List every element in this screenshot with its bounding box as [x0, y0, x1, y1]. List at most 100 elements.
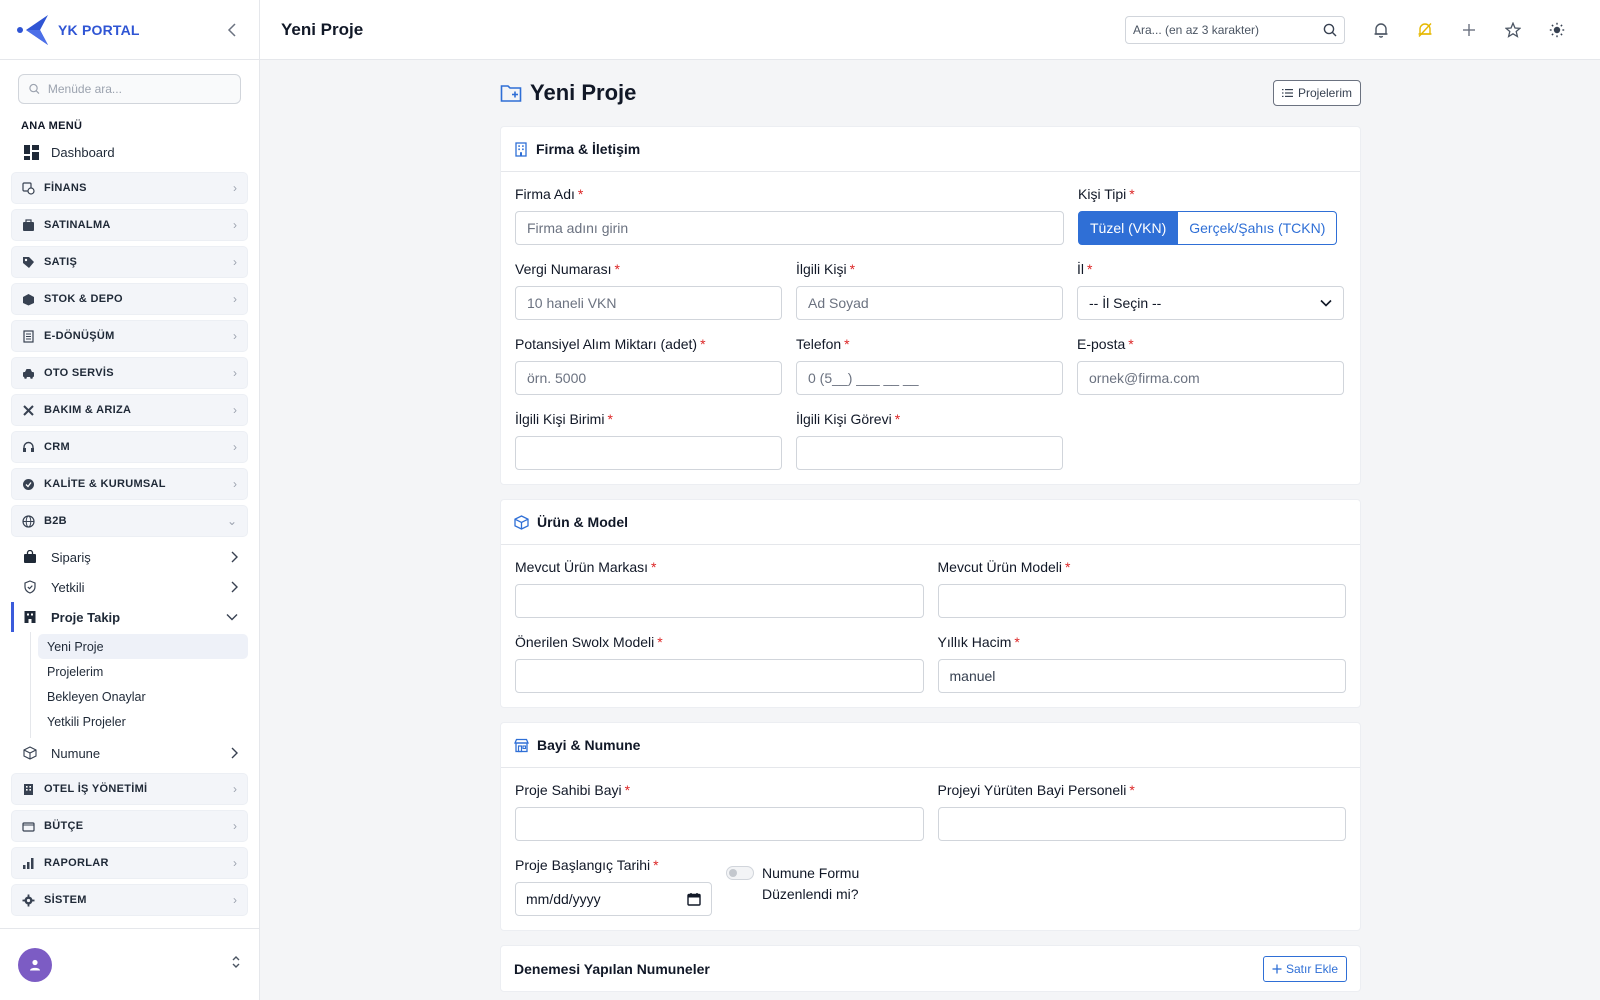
sidebar-group-bakim-ariza[interactable]: BAKIM & ARIZA › [11, 394, 248, 426]
mevcut-urun-markasi-input[interactable] [515, 584, 924, 618]
bayi-personeli-input[interactable] [937, 807, 1346, 841]
sidebar-item-projelerim[interactable]: Projelerim [38, 659, 248, 684]
sidebar-group-sistem[interactable]: SİSTEM › [11, 884, 248, 916]
chevron-right-icon: › [233, 329, 237, 343]
form-row: Vergi Numarası* İlgili Kişi* İl* -- İl S… [515, 261, 1346, 320]
chevron-right-icon: › [233, 292, 237, 306]
add-button[interactable] [1447, 16, 1491, 44]
sidebar: YK PORTAL ANA MENÜ Dashboard FİNANS › SA… [0, 0, 260, 1000]
required-marker: * [1129, 782, 1135, 798]
card-title: Firma & İletişim [536, 141, 641, 157]
menu-search-input[interactable] [47, 82, 230, 96]
required-marker: * [1129, 186, 1135, 202]
sidebar-item-yetkili[interactable]: Yetkili [11, 572, 248, 602]
ilgili-kisi-birimi-input[interactable] [515, 436, 782, 470]
sidebar-item-numune[interactable]: Numune [11, 738, 248, 768]
required-marker: * [1087, 261, 1093, 277]
collapse-sidebar-button[interactable] [221, 19, 243, 41]
ilgili-kisi-gorevi-input[interactable] [796, 436, 1063, 470]
required-marker: * [607, 411, 613, 427]
list-icon [1281, 89, 1293, 97]
sidebar-group-e-donusum[interactable]: E-DÖNÜŞÜM › [11, 320, 248, 352]
onerilen-swolx-modeli-field: Önerilen Swolx Modeli * [515, 634, 924, 693]
field-label: Proje Sahibi Bayi * [515, 782, 924, 798]
potansiyel-alim-input[interactable] [515, 361, 782, 395]
favorites-button[interactable] [1491, 16, 1535, 44]
sidebar-item-bekleyen-onaylar[interactable]: Bekleyen Onaylar [38, 684, 248, 709]
eposta-input[interactable] [1077, 361, 1344, 395]
sidebar-group-otel[interactable]: OTEL İŞ YÖNETİMİ › [11, 773, 248, 805]
mute-notifications-button[interactable] [1403, 16, 1447, 44]
sidebar-group-finans[interactable]: FİNANS › [11, 172, 248, 204]
sidebar-group-satis[interactable]: SATIŞ › [11, 246, 248, 278]
sidebar-item-proje-takip[interactable]: Proje Takip [11, 602, 248, 632]
card-header: Ürün & Model [501, 500, 1360, 545]
brand[interactable]: YK PORTAL [16, 13, 221, 47]
mevcut-urun-modeli-input[interactable] [937, 584, 1346, 618]
sidebar-group-stok-depo[interactable]: STOK & DEPO › [11, 283, 248, 315]
card-header: Firma & İletişim [501, 127, 1360, 172]
sidebar-group-butce[interactable]: BÜTÇE › [11, 810, 248, 842]
proje-baslangic-tarihi-input[interactable]: mm/dd/yyyy [515, 882, 712, 916]
kisi-tipi-gercek-button[interactable]: Gerçek/Şahıs (TCKN) [1178, 211, 1338, 245]
global-search-input[interactable] [1133, 22, 1323, 37]
ilgili-kisi-birimi-field: İlgili Kişi Birimi * [515, 411, 782, 470]
user-menu-toggle[interactable] [231, 955, 241, 974]
bell-icon [1374, 22, 1388, 38]
avatar[interactable] [18, 947, 52, 982]
label-text: Projeyi Yürüten Bayi Personeli [937, 782, 1127, 798]
required-marker: * [624, 782, 631, 798]
field-label: Telefon * [796, 336, 1063, 352]
sidebar-group-crm[interactable]: CRM › [11, 431, 248, 463]
section-title: ANA MENÜ [21, 120, 83, 132]
group-label: KALİTE & KURUMSAL [44, 478, 166, 490]
sidebar-group-kalite[interactable]: KALİTE & KURUMSAL › [11, 468, 248, 500]
numune-formu-toggle[interactable] [726, 866, 754, 880]
field-label: Yıllık Hacim * [938, 634, 1347, 650]
calendar-icon[interactable] [687, 892, 701, 906]
sidebar-item-label: Yetkili [51, 579, 85, 595]
chevron-up-down-icon [232, 956, 240, 968]
sidebar-item-dashboard[interactable]: Dashboard [24, 142, 259, 162]
sidebar-item-yeni-proje[interactable]: Yeni Proje [38, 634, 248, 659]
field-label: Mevcut Ürün Markası * [515, 559, 924, 575]
firma-adi-input[interactable] [515, 211, 1064, 245]
field-label: Kişi Tipi * [1078, 186, 1337, 202]
ilgili-kisi-input[interactable] [796, 286, 1063, 320]
sidebar-group-satinalma[interactable]: SATINALMA › [11, 209, 248, 241]
theme-toggle-button[interactable] [1535, 16, 1579, 44]
required-marker: * [844, 336, 850, 352]
proje-sahibi-bayi-input[interactable] [515, 807, 924, 841]
satir-ekle-button[interactable]: Satır Ekle [1262, 955, 1347, 982]
search-icon[interactable] [1323, 23, 1337, 37]
brand-name: YK PORTAL [58, 21, 140, 38]
chevron-right-icon: › [233, 819, 237, 833]
group-label: BAKIM & ARIZA [44, 404, 132, 416]
sidebar-item-label: Sipariş [51, 549, 91, 565]
sidebar-item-siparis[interactable]: Sipariş [11, 542, 248, 572]
vergi-numarasi-input[interactable] [515, 286, 782, 320]
badge-icon [23, 478, 34, 490]
projelerim-button[interactable]: Projelerim [1272, 80, 1361, 106]
sidebar-group-raporlar[interactable]: RAPORLAR › [11, 847, 248, 879]
bayi-personeli-field: Projeyi Yürüten Bayi Personeli * [937, 782, 1346, 841]
chevron-right-icon: › [233, 181, 237, 195]
label-text: Telefon [796, 336, 842, 352]
kisi-tipi-tuzel-button[interactable]: Tüzel (VKN) [1078, 211, 1179, 245]
sun-icon [1549, 22, 1565, 37]
group-label: OTEL İŞ YÖNETİMİ [44, 783, 148, 795]
sidebar-group-oto-servis[interactable]: OTO SERVİS › [11, 357, 248, 389]
chevron-right-icon: › [233, 477, 237, 491]
telefon-input[interactable] [796, 361, 1063, 395]
notifications-button[interactable] [1359, 16, 1403, 44]
car-icon [23, 368, 34, 379]
sidebar-item-yetkili-projeler[interactable]: Yetkili Projeler [38, 709, 248, 734]
date-value: mm/dd/yyyy [526, 891, 601, 907]
sidebar-group-b2b[interactable]: B2B ⌄ [11, 505, 248, 537]
group-label: SİSTEM [44, 894, 87, 906]
il-select[interactable]: -- İl Seçin -- [1077, 286, 1344, 320]
onerilen-swolx-modeli-input[interactable] [515, 659, 924, 693]
il-field: İl * -- İl Seçin -- [1077, 261, 1344, 320]
form-row: Proje Sahibi Bayi * Projeyi Yürüten Bayi … [515, 782, 1346, 841]
yillik-hacim-input[interactable] [937, 659, 1346, 693]
